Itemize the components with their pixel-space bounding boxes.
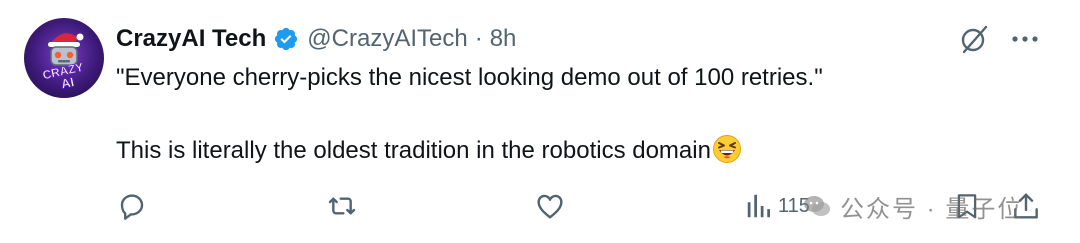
views-button[interactable]: 115 [744,186,810,226]
reply-icon [120,194,144,220]
like-button[interactable] [534,186,566,226]
watermark: 公众号 · 量子位 [802,188,1023,224]
repost-icon [328,197,356,215]
svg-text:AI: AI [60,74,76,91]
author-name[interactable]: CrazyAI Tech [116,25,266,53]
header-separator: · [474,25,483,52]
repost-button[interactable] [326,186,358,226]
grinning-squinting-face-emoji-icon [712,134,742,164]
reply-button[interactable] [116,186,148,226]
views-icon [747,194,770,218]
grok-icon[interactable] [958,22,992,56]
wechat-icon [804,196,830,216]
tweet-text-line-1: "Everyone cherry-picks the nicest lookin… [116,64,823,91]
verified-badge-icon[interactable] [273,26,299,52]
like-icon [537,194,563,219]
tweet[interactable]: CRAZY AI CrazyAI Tech @CrazyAITech · 8h [0,0,1080,243]
more-icon[interactable] [1008,22,1042,56]
avatar[interactable]: CRAZY AI [24,18,104,98]
author-handle[interactable]: @CrazyAITech [307,25,467,53]
tweet-header: CrazyAI Tech @CrazyAITech · 8h [116,22,516,56]
avatar-robot-icon: CRAZY AI [41,33,85,92]
tweet-text-line-2: This is literally the oldest tradition i… [116,134,742,167]
watermark-text: 公众号 · 量子位 [840,195,1024,223]
tweet-timestamp[interactable]: 8h [490,25,517,53]
tweet-text-line-2-text: This is literally the oldest tradition i… [116,137,711,164]
